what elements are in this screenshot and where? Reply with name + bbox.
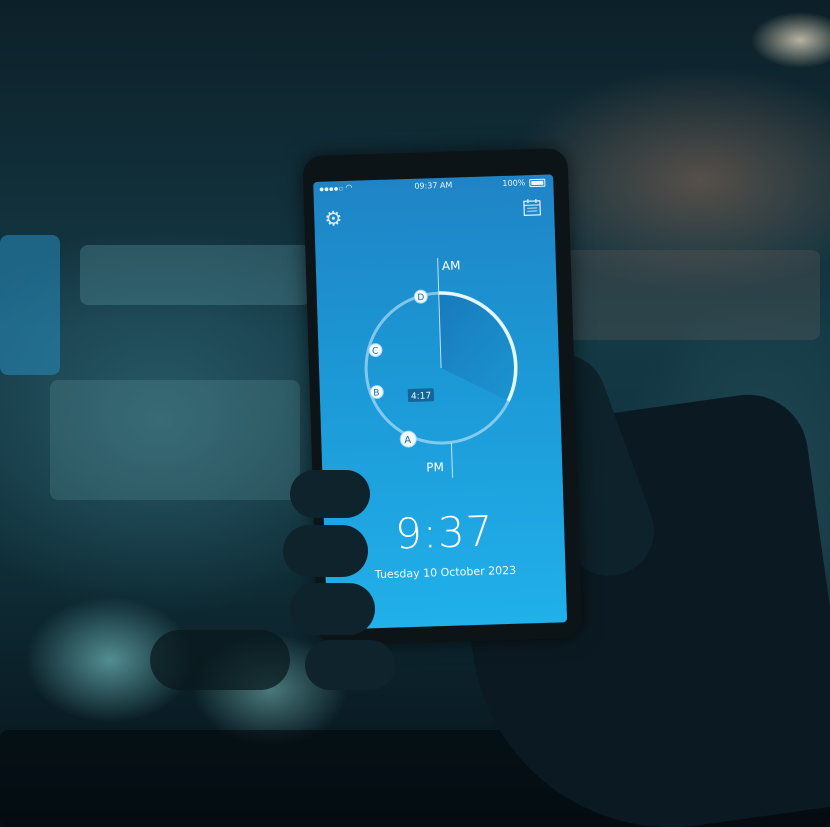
finger xyxy=(283,525,368,577)
finger xyxy=(290,470,370,518)
marker-d-label: D xyxy=(417,293,424,303)
background-blur xyxy=(50,380,300,500)
marker-a[interactable]: A xyxy=(399,430,417,448)
marker-b-label: B xyxy=(373,388,379,398)
marker-d[interactable]: D xyxy=(413,289,428,304)
duration-label: 4:17 xyxy=(411,391,432,402)
battery-percent: 100% xyxy=(502,178,526,189)
battery-icon xyxy=(529,178,546,188)
clock-dial[interactable]: AM PM 4:17 D C B A xyxy=(337,235,545,501)
marker-c-label: C xyxy=(372,346,379,356)
marker-c[interactable]: C xyxy=(368,343,383,358)
elapsed-wedge xyxy=(438,293,516,401)
status-bar: ●●●●○ ◠ 09:37 AM 100% xyxy=(313,174,553,198)
marker-b[interactable]: B xyxy=(369,385,384,400)
finger xyxy=(290,583,375,635)
gear-icon[interactable]: ⚙ xyxy=(322,206,345,231)
background-blur xyxy=(80,245,310,305)
background-blur xyxy=(150,630,290,690)
am-label: AM xyxy=(442,258,461,273)
pm-tick xyxy=(450,442,454,478)
background-blur xyxy=(0,235,60,375)
background-blur xyxy=(560,250,820,340)
pm-label: PM xyxy=(426,460,444,475)
marker-a-label: A xyxy=(404,435,411,446)
photo-scene: ●●●●○ ◠ 09:37 AM 100% ⚙ AM PM 4:17 D C B… xyxy=(0,0,830,827)
calendar-icon[interactable] xyxy=(522,197,543,218)
finger xyxy=(305,640,395,690)
